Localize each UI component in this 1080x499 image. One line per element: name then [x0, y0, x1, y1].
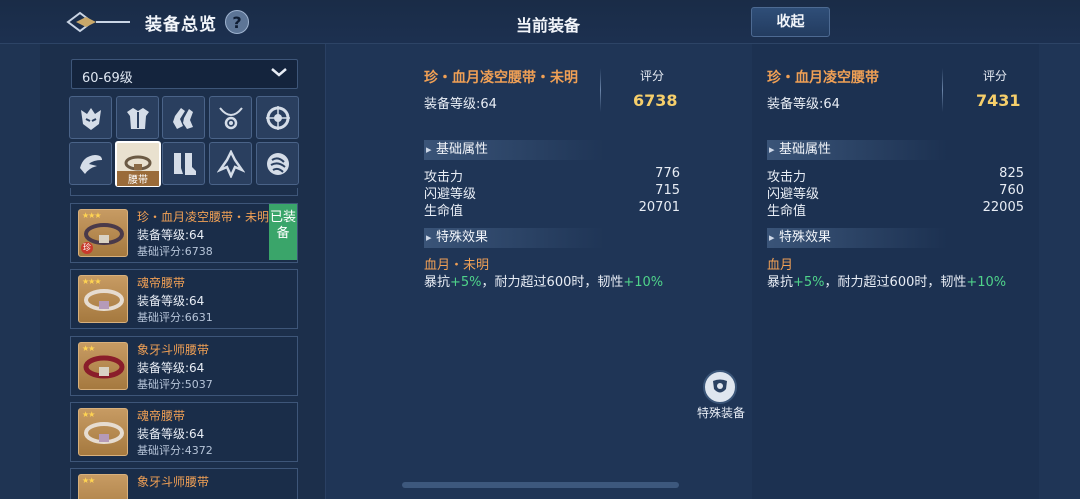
level-filter-dropdown[interactable]: 60-69级: [71, 59, 298, 89]
compare-equipment-name: 珍・血月凌空腰带: [767, 70, 879, 86]
item-name: 魂帝腰带: [137, 409, 186, 423]
item-name: 象牙斗师腰带: [137, 475, 210, 489]
compare-special-effects-header: 特殊效果: [767, 228, 947, 248]
slot-bracer[interactable]: [256, 142, 299, 185]
list-item[interactable]: ★★★ 珍 珍・血月凌空腰带・未明 装备等级:64 基础评分:6738 已装备: [70, 203, 298, 263]
compare-score-value: 7431: [976, 91, 1021, 110]
slot-shoulder[interactable]: [69, 142, 112, 185]
item-level: 装备等级:64: [137, 361, 205, 375]
current-equipment-name: 珍・血月凌空腰带・未明: [424, 70, 578, 86]
divider: [600, 68, 601, 112]
star-rating: ★★★: [82, 211, 101, 220]
list-item[interactable]: ★★★ 魂帝腰带 装备等级:64 基础评分:6631: [70, 269, 298, 329]
special-equipment-label: 特殊装备: [696, 406, 745, 420]
item-name: 珍・血月凌空腰带・未明: [137, 210, 270, 224]
item-score: 基础评分:5037: [137, 378, 213, 391]
item-thumbnail: ★★: [78, 408, 128, 456]
item-level: 装备等级:64: [137, 427, 205, 441]
shield-icon: [713, 379, 727, 393]
item-thumbnail: ★★: [78, 474, 128, 499]
current-score-label: 评分: [640, 69, 665, 83]
current-equipment-level: 装备等级:64: [424, 97, 497, 112]
slot-gloves[interactable]: [162, 96, 205, 139]
collapse-button[interactable]: 收起: [751, 7, 830, 37]
back-icon[interactable]: [66, 8, 132, 36]
list-item[interactable]: ★★ 魂帝腰带 装备等级:64 基础评分:4372: [70, 402, 298, 462]
current-special-effects-header: 特殊效果: [424, 228, 604, 248]
stat-dodge-value: 760: [999, 183, 1024, 198]
list-top-edge: [70, 188, 298, 196]
item-thumbnail: ★★★: [78, 275, 128, 323]
slot-armor[interactable]: [116, 96, 159, 139]
level-filter-value: 60-69级: [82, 71, 133, 86]
item-name: 魂帝腰带: [137, 276, 186, 290]
slot-cloak[interactable]: [209, 142, 252, 185]
item-level: 装备等级:64: [137, 228, 205, 242]
armor-icon: [127, 108, 149, 129]
boots-icon: [174, 153, 196, 175]
stat-hp-label: 生命值: [767, 204, 807, 219]
item-score: 基础评分:6738: [137, 245, 213, 258]
item-score: 基础评分:4372: [137, 444, 213, 457]
compare-equipment-level: 装备等级:64: [767, 97, 840, 112]
current-score-value: 6738: [633, 91, 678, 110]
current-effect-text: 暴抗+5%，耐力超过600时，韧性+10%: [424, 275, 664, 290]
slot-belt-label: 腰带: [117, 171, 159, 186]
compare-effect-text: 暴抗+5%，耐力超过600时，韧性+10%: [767, 275, 1007, 290]
panel-edge: [1039, 44, 1080, 499]
belt-icon: [83, 355, 125, 379]
item-level: 装备等级:64: [137, 294, 205, 308]
special-equipment-button[interactable]: 特殊装备: [694, 368, 748, 424]
compare-base-attributes-header: 基础属性: [767, 140, 947, 160]
helmet-icon: [81, 108, 101, 130]
shoulder-icon: [80, 155, 102, 174]
belt-icon: [84, 289, 124, 311]
current-base-attributes-header: 基础属性: [424, 140, 604, 160]
stat-dodge-value: 715: [655, 183, 680, 198]
slot-belt[interactable]: 腰带: [115, 141, 161, 187]
horizontal-scrollbar[interactable]: [402, 482, 679, 488]
item-name: 象牙斗师腰带: [137, 343, 210, 357]
page-title: 装备总览: [145, 15, 217, 35]
stat-hp-value: 22005: [982, 200, 1024, 215]
item-thumbnail: ★★★ 珍: [78, 209, 128, 257]
slot-ring[interactable]: [256, 96, 299, 139]
slot-helmet[interactable]: [69, 96, 112, 139]
chevron-down-icon: [271, 68, 287, 77]
help-icon[interactable]: ?: [225, 10, 249, 34]
item-score: 基础评分:6631: [137, 311, 213, 324]
divider: [942, 68, 943, 112]
stat-attack-value: 825: [999, 166, 1024, 181]
list-item[interactable]: ★★ 象牙斗师腰带 装备等级:64 基础评分:5037: [70, 336, 298, 396]
ring-icon: [266, 106, 290, 130]
slot-boots[interactable]: [162, 142, 205, 185]
necklace-icon: [219, 107, 243, 130]
cloak-icon: [217, 150, 245, 178]
slot-necklace[interactable]: [209, 96, 252, 139]
list-item[interactable]: ★★ 象牙斗师腰带: [70, 468, 298, 499]
star-rating: ★★: [82, 476, 95, 485]
current-equipment-title: 当前装备: [516, 16, 581, 35]
star-rating: ★★: [82, 410, 95, 419]
rare-mark: 珍: [81, 242, 93, 254]
star-rating: ★★: [82, 344, 95, 353]
item-thumbnail: ★★: [78, 342, 128, 390]
star-rating: ★★★: [82, 277, 101, 286]
compare-score-label: 评分: [983, 69, 1008, 83]
bracer-icon: [267, 153, 289, 175]
special-equipment-circle: [703, 370, 737, 404]
gloves-icon: [173, 108, 193, 129]
stat-attack-value: 776: [655, 166, 680, 181]
stat-hp-value: 20701: [638, 200, 680, 215]
equipped-badge: 已装备: [269, 204, 297, 260]
belt-icon: [84, 422, 124, 444]
stat-hp-label: 生命值: [424, 204, 464, 219]
